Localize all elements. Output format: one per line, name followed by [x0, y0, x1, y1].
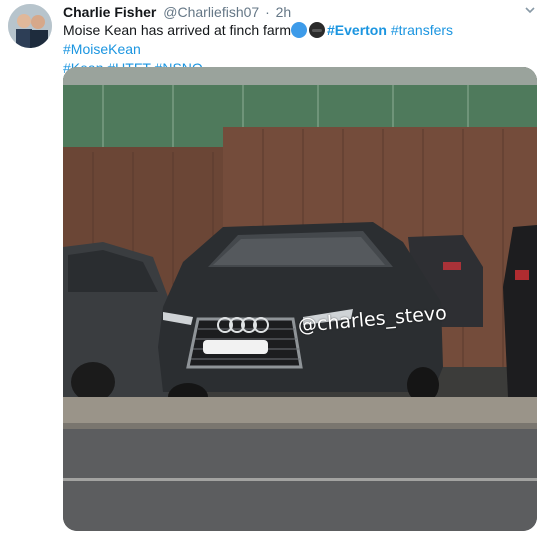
- chevron-down-icon[interactable]: [523, 4, 537, 18]
- tweet[interactable]: Charlie Fisher @Charliefish07 · 2h Moise…: [0, 0, 551, 543]
- author-handle[interactable]: @Charliefish07: [163, 4, 259, 20]
- tweet-text-prefix: Moise Kean has arrived at finch farm: [63, 22, 291, 38]
- meta-separator: ·: [265, 4, 270, 20]
- blue-circle-emoji: [291, 22, 307, 38]
- tweet-header: Charlie Fisher @Charliefish07 · 2h: [63, 3, 291, 21]
- tweet-time[interactable]: 2h: [276, 4, 292, 20]
- hashtag-everton[interactable]: #Everton: [327, 22, 387, 38]
- author-avatar[interactable]: [8, 4, 52, 48]
- author-name[interactable]: Charlie Fisher: [63, 4, 156, 20]
- sunglasses-face-emoji: [309, 22, 325, 38]
- tweet-photo[interactable]: @charles_stevo: [63, 67, 537, 531]
